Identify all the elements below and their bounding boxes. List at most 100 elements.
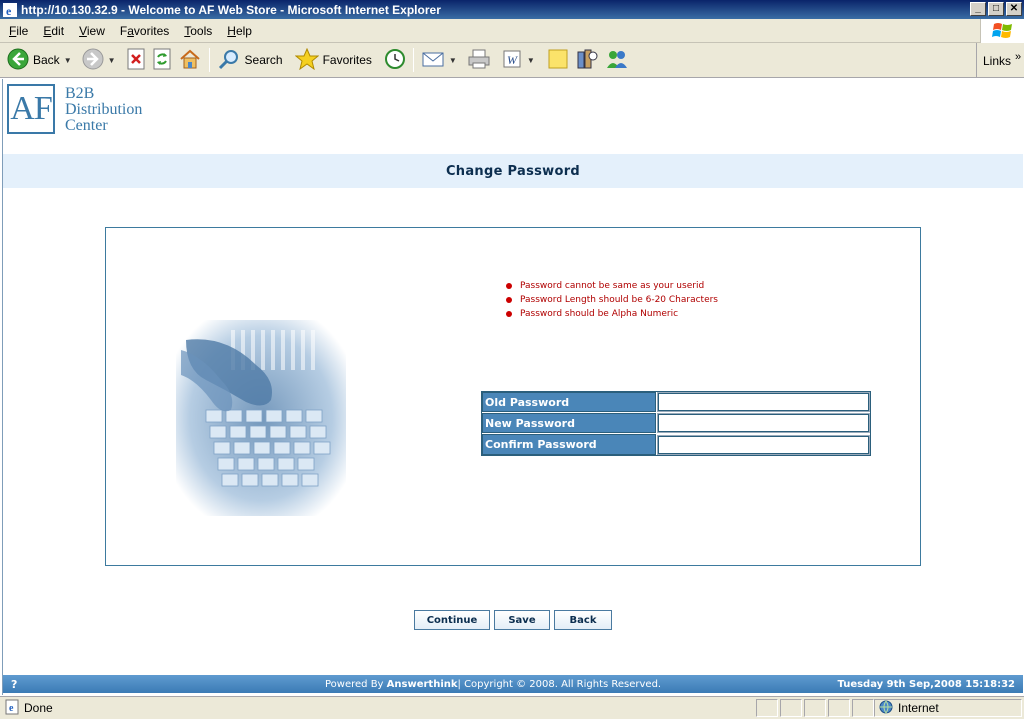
minimize-button[interactable]: _ (970, 2, 986, 16)
stop-button[interactable] (123, 45, 149, 75)
confirm-password-row: Confirm Password (482, 434, 870, 455)
menu-bar: File Edit View Favorites Tools Help (0, 19, 1024, 43)
old-password-label: Old Password (482, 392, 656, 412)
history-button[interactable] (381, 45, 409, 75)
bullet-icon (506, 311, 512, 317)
links-label: Links (983, 53, 1012, 68)
toolbar-separator (208, 48, 210, 72)
continue-button[interactable]: Continue (414, 610, 490, 630)
refresh-icon (152, 48, 172, 73)
status-text: Done (24, 701, 53, 715)
toolbar-separator (412, 48, 414, 72)
edit-dropdown-icon[interactable]: ▼ (527, 56, 535, 65)
menu-tools[interactable]: Tools (178, 24, 218, 38)
forward-arrow-icon (82, 48, 104, 73)
home-button[interactable] (175, 45, 205, 75)
links-chevron-icon[interactable]: » (1015, 51, 1021, 63)
browser-toolbar: Back ▼ ▼ Search Favorites ▼ W ▼ Links » (0, 43, 1024, 78)
messenger-button[interactable] (602, 45, 632, 75)
print-button[interactable] (464, 45, 494, 75)
status-cell (828, 699, 850, 717)
footer-brand-link[interactable]: Answerthink (387, 679, 458, 690)
back-label: Back (33, 53, 60, 67)
status-cell (756, 699, 778, 717)
password-rules-list: Password cannot be same as your userid P… (506, 280, 718, 322)
ie-logo-icon: e (3, 2, 17, 18)
new-password-label: New Password (482, 413, 656, 433)
mail-icon (421, 48, 445, 73)
page-title-band: Change Password (3, 154, 1023, 188)
search-button[interactable]: Search (214, 45, 286, 75)
logo-line-1: B2B (65, 85, 95, 102)
footer-datetime: Tuesday 9th Sep,2008 15:18:32 (837, 678, 1015, 690)
research-icon (575, 48, 599, 73)
stop-icon (126, 48, 146, 73)
search-icon (217, 48, 241, 73)
menu-edit[interactable]: Edit (37, 24, 70, 38)
windows-flag-icon (980, 19, 1024, 43)
home-icon (178, 48, 202, 73)
keyboard-illustration (176, 320, 346, 516)
edit-button[interactable]: W ▼ (498, 45, 538, 75)
page-content: AF B2B Distribution Center Change Passwo… (2, 79, 1023, 695)
menu-view[interactable]: View (73, 24, 111, 38)
forward-button[interactable]: ▼ (79, 45, 119, 75)
security-zone[interactable]: Internet (874, 699, 1022, 717)
forward-dropdown-icon[interactable]: ▼ (108, 56, 116, 65)
menu-help[interactable]: Help (221, 24, 258, 38)
back-page-button[interactable]: Back (554, 610, 612, 630)
page-footer: ? Powered By Answerthink| Copyright © 20… (3, 675, 1023, 693)
status-cell (780, 699, 802, 717)
logo-text: B2B Distribution Center (65, 86, 142, 134)
back-button[interactable]: Back ▼ (4, 45, 75, 75)
password-form: Old Password New Password Confirm Passwo… (481, 391, 871, 456)
close-button[interactable]: ✕ (1006, 2, 1022, 16)
action-buttons: Continue Save Back (414, 610, 612, 630)
back-dropdown-icon[interactable]: ▼ (64, 56, 72, 65)
search-label: Search (244, 53, 283, 67)
mail-button[interactable]: ▼ (418, 45, 460, 75)
svg-text:W: W (507, 53, 518, 67)
discuss-button[interactable] (544, 45, 572, 75)
window-title: http://10.130.32.9 - Welcome to AF Web S… (21, 2, 441, 17)
maximize-button[interactable]: □ (988, 2, 1004, 16)
old-password-input[interactable] (657, 392, 870, 412)
refresh-button[interactable] (149, 45, 175, 75)
change-password-panel: Password cannot be same as your userid P… (105, 227, 921, 566)
svg-text:e: e (9, 703, 14, 714)
status-cell (804, 699, 826, 717)
password-rule: Password Length should be 6-20 Character… (506, 294, 718, 308)
menu-file[interactable]: File (3, 24, 34, 38)
window-title-bar: e http://10.130.32.9 - Welcome to AF Web… (0, 0, 1024, 19)
word-icon: W (501, 48, 523, 73)
password-rule: Password cannot be same as your userid (506, 280, 718, 294)
help-icon[interactable]: ? (11, 678, 17, 691)
star-icon (294, 47, 319, 73)
note-icon (547, 48, 569, 73)
globe-icon (879, 700, 893, 717)
new-password-input[interactable] (657, 413, 870, 433)
menu-favorites[interactable]: Favorites (114, 24, 175, 38)
mail-dropdown-icon[interactable]: ▼ (449, 56, 457, 65)
history-icon (384, 48, 406, 73)
password-rule: Password should be Alpha Numeric (506, 308, 718, 322)
printer-icon (467, 48, 491, 73)
favorites-button[interactable]: Favorites (292, 45, 375, 75)
logo-line-2: Distribution (65, 101, 143, 118)
favorites-label: Favorites (322, 53, 372, 67)
back-arrow-icon (7, 48, 29, 73)
old-password-row: Old Password (482, 392, 870, 413)
messenger-icon (605, 48, 629, 73)
confirm-password-label: Confirm Password (482, 434, 656, 455)
bullet-icon (506, 297, 512, 303)
links-toolbar[interactable]: Links » (976, 43, 1024, 78)
confirm-password-input[interactable] (657, 434, 870, 455)
logo-line-3: Center (65, 117, 108, 134)
research-button[interactable] (572, 45, 602, 75)
save-button[interactable]: Save (494, 610, 550, 630)
zone-label: Internet (898, 701, 939, 715)
footer-credits: Powered By Answerthink| Copyright © 2008… (325, 678, 662, 690)
af-logo: AF (7, 84, 55, 134)
bullet-icon (506, 283, 512, 289)
status-bar: e Done Internet (0, 696, 1024, 719)
